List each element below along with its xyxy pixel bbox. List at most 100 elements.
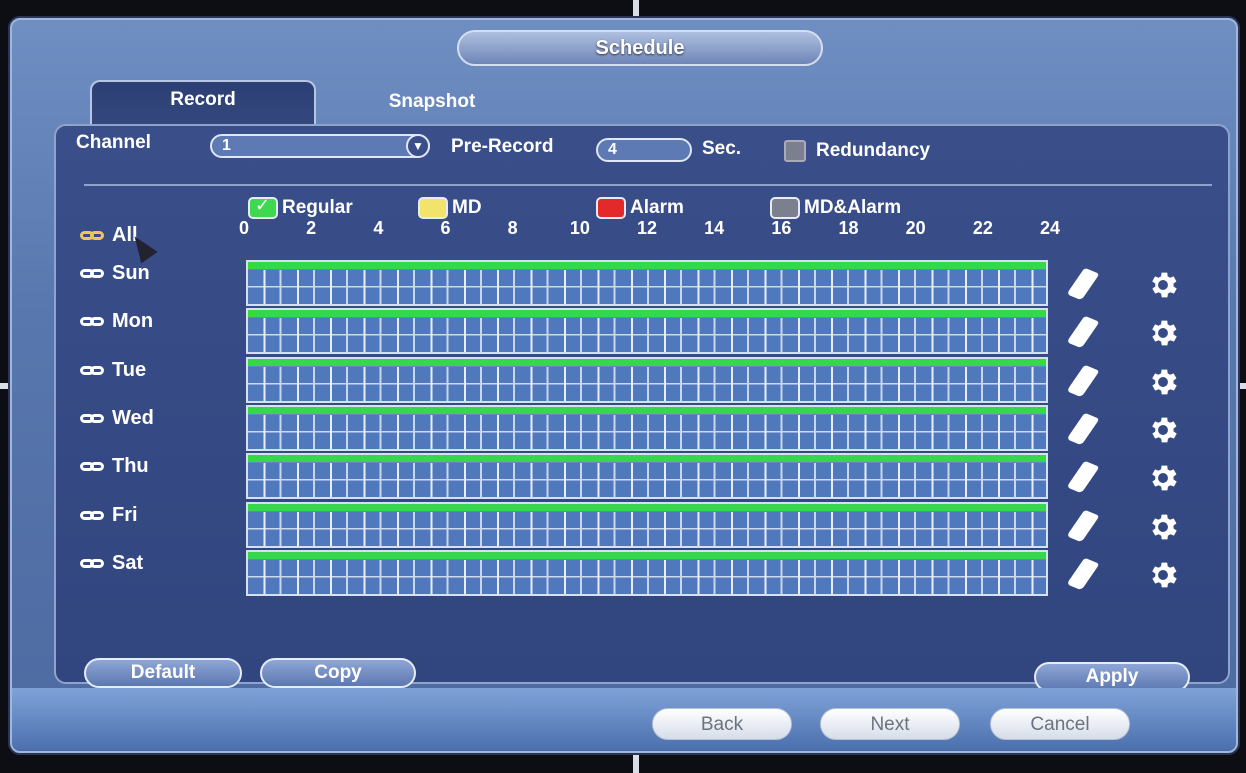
- gear-icon[interactable]: [1146, 558, 1180, 592]
- day-label-sun[interactable]: Sun: [80, 262, 150, 285]
- regular-segment: [248, 310, 1046, 318]
- day-label-tue[interactable]: Tue: [80, 359, 146, 382]
- day-label-text: Tue: [112, 358, 147, 381]
- legend-md-label: MD: [452, 197, 482, 218]
- schedule-bar-thu[interactable]: [246, 453, 1048, 500]
- tab-record[interactable]: Record: [90, 80, 316, 126]
- legend-regular[interactable]: ✓ Regular: [248, 195, 353, 220]
- regular-segment: [248, 551, 1046, 559]
- time-grid[interactable]: [248, 559, 1046, 594]
- hour-tick-label: 22: [972, 218, 993, 238]
- hour-axis: 0 2 4 6 8 10 12 14 16 18 20 22 24: [239, 218, 1060, 242]
- eraser-icon[interactable]: [1066, 267, 1100, 301]
- eraser-icon[interactable]: [1066, 557, 1100, 591]
- divider: [84, 184, 1212, 186]
- day-label-wed[interactable]: Wed: [80, 407, 154, 430]
- day-label-text: Fri: [112, 503, 138, 526]
- regular-segment: [248, 406, 1046, 414]
- eraser-icon[interactable]: [1066, 509, 1100, 542]
- regular-segment: [248, 455, 1046, 463]
- default-button[interactable]: Default: [84, 658, 242, 688]
- time-grid[interactable]: [248, 511, 1046, 546]
- link-icon[interactable]: [80, 317, 104, 327]
- time-grid[interactable]: [248, 463, 1046, 498]
- md-swatch[interactable]: [418, 197, 448, 219]
- gear-icon[interactable]: [1146, 413, 1180, 447]
- hour-tick-label: 18: [838, 218, 859, 238]
- prerecord-unit: Sec.: [702, 138, 742, 159]
- back-button[interactable]: Back: [652, 708, 792, 740]
- hour-tick-label: 12: [636, 218, 658, 238]
- cancel-button[interactable]: Cancel: [990, 708, 1130, 740]
- hour-tick-label: 8: [507, 218, 518, 238]
- channel-select[interactable]: 1 ▼: [210, 134, 430, 158]
- day-label-text: Sat: [112, 551, 144, 574]
- gear-icon[interactable]: [1146, 461, 1180, 495]
- hour-tick-label: 4: [373, 218, 384, 238]
- eraser-icon[interactable]: [1066, 460, 1100, 494]
- regular-segment: [248, 503, 1046, 511]
- hour-tick-label: 16: [771, 218, 792, 238]
- redundancy-checkbox[interactable]: [784, 140, 806, 162]
- alarm-swatch[interactable]: [596, 197, 626, 219]
- link-icon[interactable]: [80, 462, 104, 472]
- link-icon[interactable]: [80, 558, 104, 568]
- day-label-mon[interactable]: Mon: [80, 310, 153, 333]
- legend-md-alarm-label: MD&Alarm: [804, 197, 902, 218]
- day-label-text: Mon: [112, 310, 154, 333]
- prerecord-input[interactable]: 4: [596, 138, 692, 162]
- day-label-fri[interactable]: Fri: [80, 504, 138, 527]
- gear-icon[interactable]: [1146, 510, 1180, 544]
- day-label-text: Thu: [112, 455, 149, 478]
- schedule-bar-fri[interactable]: [246, 501, 1048, 548]
- window-title: Schedule: [457, 30, 823, 66]
- schedule-bar-mon[interactable]: [246, 308, 1048, 355]
- day-label-thu[interactable]: Thu: [80, 455, 149, 478]
- regular-swatch[interactable]: ✓: [248, 195, 278, 219]
- schedule-bar-sun[interactable]: [246, 260, 1048, 306]
- day-label-sat[interactable]: Sat: [80, 552, 143, 575]
- hour-tick-label: 24: [1039, 218, 1061, 238]
- gear-icon[interactable]: [1146, 268, 1180, 302]
- time-grid[interactable]: [248, 366, 1046, 401]
- prerecord-label: Pre-Record: [451, 136, 554, 157]
- schedule-bar-wed[interactable]: [246, 404, 1048, 451]
- hour-tick-label: 20: [905, 218, 926, 238]
- legend-md[interactable]: MD: [418, 196, 482, 220]
- regular-segment: [248, 262, 1046, 269]
- schedule-bar-sat[interactable]: [246, 549, 1048, 596]
- legend-alarm[interactable]: Alarm: [596, 196, 684, 220]
- prerecord-value: 4: [608, 141, 617, 158]
- time-grid[interactable]: [248, 414, 1046, 449]
- link-icon[interactable]: [80, 510, 104, 520]
- gear-icon[interactable]: [1146, 365, 1180, 399]
- regular-segment: [248, 358, 1046, 366]
- legend-md-alarm[interactable]: MD&Alarm: [770, 196, 901, 220]
- channel-label: Channel: [76, 132, 151, 153]
- time-grid[interactable]: [248, 270, 1046, 304]
- link-icon[interactable]: [80, 413, 104, 423]
- schedule-bar-tue[interactable]: [246, 356, 1048, 403]
- eraser-icon[interactable]: [1066, 316, 1100, 349]
- hour-tick-label: 10: [569, 218, 590, 238]
- footer-bar: Back Next Cancel: [12, 688, 1236, 750]
- gear-icon[interactable]: [1146, 316, 1180, 350]
- time-grid[interactable]: [248, 318, 1046, 353]
- eraser-icon[interactable]: [1066, 412, 1100, 446]
- tab-snapshot[interactable]: Snapshot: [352, 80, 512, 126]
- chevron-down-icon[interactable]: ▼: [406, 134, 430, 158]
- legend-alarm-label: Alarm: [630, 197, 684, 218]
- copy-button[interactable]: Copy: [260, 658, 416, 688]
- link-icon[interactable]: [80, 231, 104, 240]
- legend-regular-label: Regular: [282, 197, 353, 218]
- day-label-text: Sun: [112, 262, 150, 284]
- channel-value: 1: [222, 137, 231, 154]
- md-alarm-swatch[interactable]: [770, 197, 800, 219]
- hour-tick-label: 14: [704, 218, 725, 238]
- eraser-icon[interactable]: [1066, 364, 1100, 397]
- link-icon[interactable]: [80, 365, 104, 375]
- hour-tick-label: 2: [306, 218, 317, 238]
- link-icon[interactable]: [80, 269, 104, 278]
- hour-tick-label: 6: [440, 218, 451, 238]
- next-button[interactable]: Next: [820, 708, 960, 740]
